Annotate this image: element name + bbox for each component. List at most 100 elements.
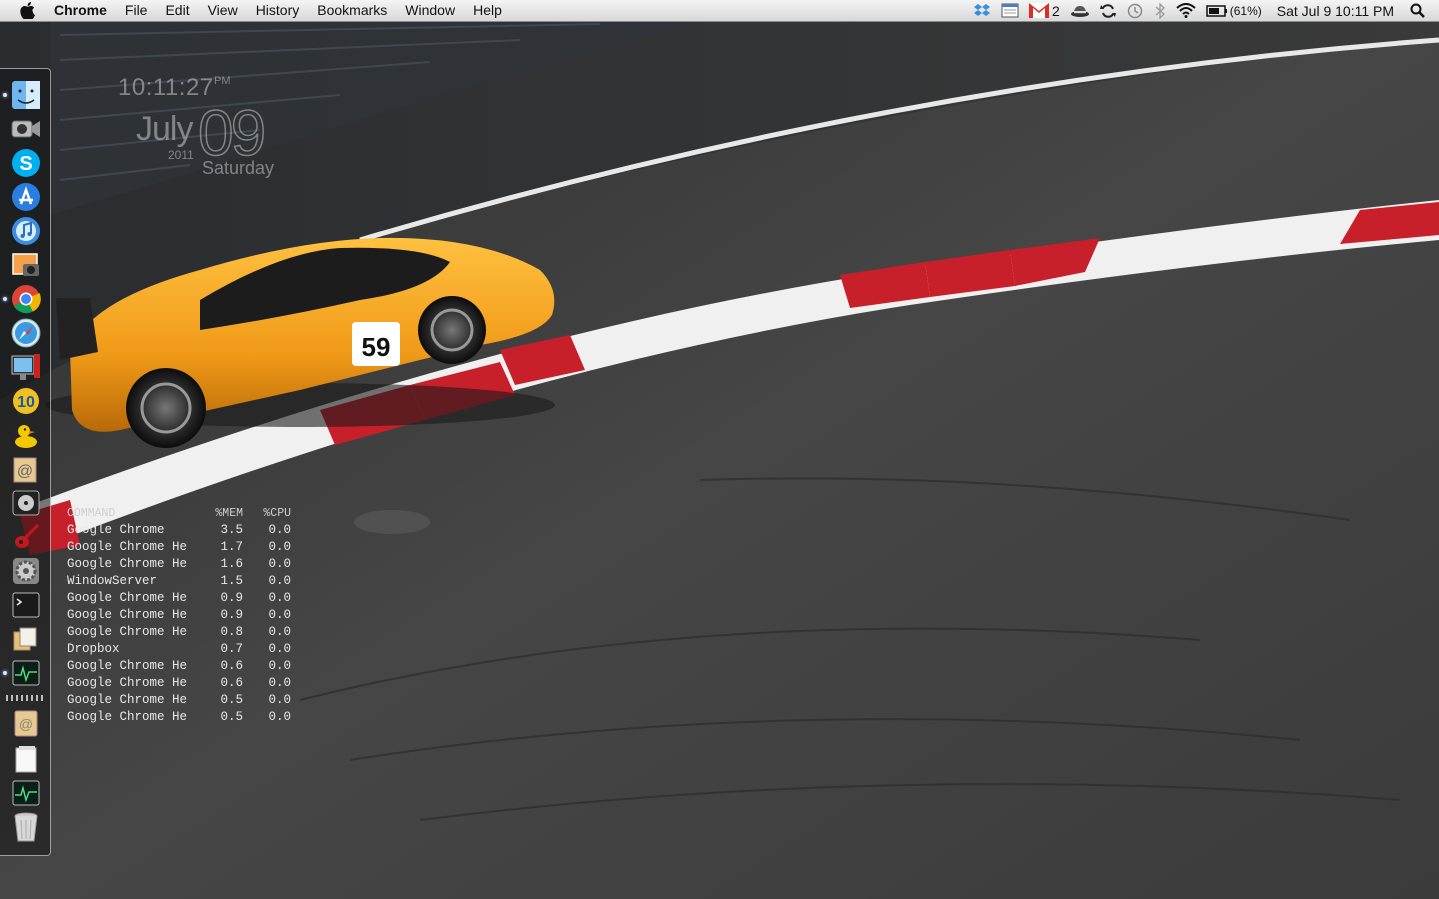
activity-stack-icon[interactable] [9,777,43,809]
widget-weekday: Saturday [202,158,275,178]
system-preferences-icon[interactable] [9,555,43,587]
history-menu[interactable]: History [247,0,309,21]
process-header-row: COMMAND %MEM %CPU [67,505,291,522]
dock-separator [6,695,44,701]
process-mem: 0.5 [220,693,243,707]
process-command: Google Chrome He [67,659,188,673]
chrome-icon[interactable] [9,283,43,315]
process-command: Google Chrome He [67,540,188,554]
process-mem: 0.6 [220,659,243,673]
documents-stack-icon[interactable] [9,743,43,775]
process-cpu: 0.0 [268,523,291,537]
process-cpu: 0.0 [268,676,291,690]
dvd-player-icon[interactable] [9,487,43,519]
process-mem: 0.5 [220,710,243,724]
running-indicator [3,93,7,97]
ten-icon[interactable]: 10 [9,385,43,417]
spotlight-icon[interactable] [1400,0,1439,21]
downloads-stack-icon[interactable]: @ [9,707,43,739]
process-mem: 0.9 [220,591,243,605]
running-indicator [3,297,7,301]
app-menu[interactable]: Chrome [46,0,116,21]
view-menu[interactable]: View [199,0,247,21]
process-command: Google Chrome He [67,591,188,605]
process-row: Google Chrome He 0.8 0.0 [67,624,291,641]
wifi-icon[interactable] [1171,0,1201,21]
process-row: Google Chrome He 1.6 0.0 [67,556,291,573]
cyberduck-icon[interactable] [9,419,43,451]
file-menu[interactable]: File [116,0,157,21]
dock: S 10 @ @ [0,68,51,856]
svg-text:S: S [19,153,32,175]
process-mem: 0.9 [220,608,243,622]
process-row: Google Chrome He 1.7 0.0 [67,539,291,556]
bluetooth-icon[interactable] [1149,0,1171,21]
process-row: Dropbox 0.7 0.0 [67,641,291,658]
process-cpu: 0.0 [268,557,291,571]
process-cpu: 0.0 [268,693,291,707]
iphoto-icon[interactable] [9,249,43,281]
battery-percent: (61%) [1229,3,1262,18]
process-command: Google Chrome He [67,693,188,707]
hat-icon[interactable] [1065,0,1095,21]
process-row: Google Chrome He 0.6 0.0 [67,675,291,692]
help-menu[interactable]: Help [464,0,511,21]
time-machine-icon[interactable] [1121,0,1149,21]
process-row: Google Chrome He 0.5 0.0 [67,709,291,726]
widget-month: July [136,110,193,148]
header-command: COMMAND [67,507,116,520]
process-cpu: 0.0 [268,642,291,656]
process-command: Google Chrome He [67,557,188,571]
process-mem: 0.6 [220,676,243,690]
dropbox-icon[interactable] [968,0,996,21]
clock-widget: 10:11:27 PM July 09 2011 Saturday [110,72,310,192]
mail-icon[interactable]: @ [9,453,43,485]
apple-menu-icon[interactable] [20,2,36,19]
terminal-icon[interactable] [9,589,43,621]
header-mem: %MEM [215,507,243,520]
process-mem: 1.7 [220,540,243,554]
facetime-icon[interactable] [9,113,43,145]
process-mem: 0.8 [220,625,243,639]
finder-icon[interactable] [9,79,43,111]
process-command: Google Chrome He [67,710,188,724]
svg-text:@: @ [19,716,33,732]
gmail-unread-count: 2 [1051,2,1060,19]
process-mem: 1.6 [220,557,243,571]
svg-text:10: 10 [17,394,35,411]
process-row: Google Chrome He 0.5 0.0 [67,692,291,709]
photo-booth-icon[interactable] [9,351,43,383]
menu-bar: Chrome File Edit View History Bookmarks … [0,0,1439,22]
process-row: Google Chrome He 0.9 0.0 [67,607,291,624]
menubar-clock[interactable]: Sat Jul 9 10:11 PM [1271,3,1400,19]
guitar-icon[interactable] [9,521,43,553]
gmail-icon[interactable]: 2 [1024,0,1065,21]
process-mem: 0.7 [220,642,243,656]
trash-icon[interactable] [9,811,43,843]
header-cpu: %CPU [263,507,291,520]
safari-icon[interactable] [9,317,43,349]
app-store-icon[interactable] [9,181,43,213]
process-command: WindowServer [67,574,158,588]
process-row: WindowServer 1.5 0.0 [67,573,291,590]
process-cpu: 0.0 [268,659,291,673]
sync-icon[interactable] [1095,0,1121,21]
edit-menu[interactable]: Edit [156,0,198,21]
process-cpu: 0.0 [268,591,291,605]
window-menu[interactable]: Window [396,0,464,21]
calendar-icon[interactable] [996,0,1024,21]
process-monitor: COMMAND %MEM %CPU Google Chrome 3.5 0.0 Goo… [67,505,291,726]
bookmarks-menu[interactable]: Bookmarks [308,0,396,21]
process-row: Google Chrome He 0.6 0.0 [67,658,291,675]
preview-icon[interactable] [9,623,43,655]
itunes-icon[interactable] [9,215,43,247]
battery-icon[interactable]: (61%) [1201,0,1271,21]
activity-monitor-icon[interactable] [9,657,43,689]
process-cpu: 0.0 [268,710,291,724]
process-command: Google Chrome He [67,625,188,639]
process-cpu: 0.0 [268,625,291,639]
running-indicator [3,671,7,675]
process-mem: 1.5 [220,574,243,588]
process-row: Google Chrome 3.5 0.0 [67,522,291,539]
skype-icon[interactable]: S [9,147,43,179]
